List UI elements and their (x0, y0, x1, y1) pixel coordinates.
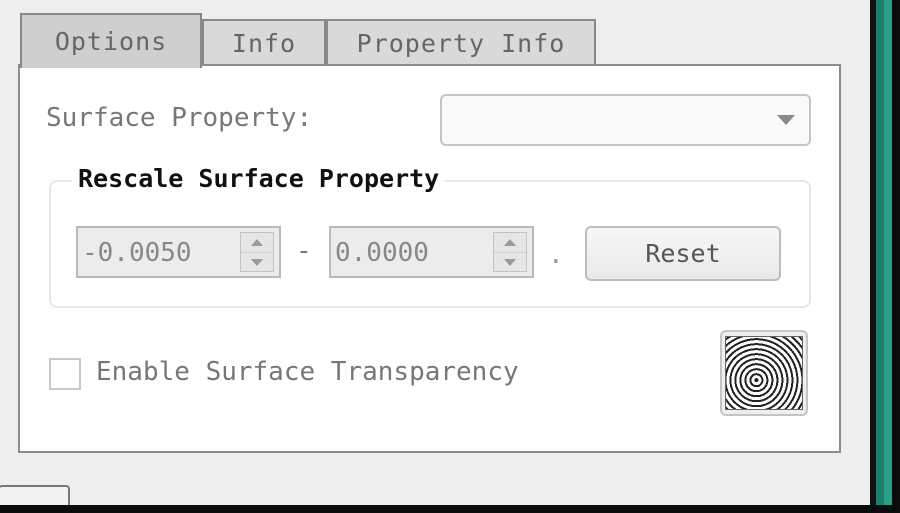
transparency-checkbox[interactable] (49, 358, 81, 390)
spin-up-button[interactable] (241, 233, 273, 253)
rescale-max-stepper[interactable] (493, 232, 527, 272)
arrow-down-icon (504, 259, 516, 266)
spin-down-button[interactable] (494, 253, 526, 272)
rescale-max-spinbox[interactable]: 0.0000 (329, 226, 534, 278)
texture-button[interactable] (720, 330, 808, 416)
rescale-min-spinbox[interactable]: -0.0050 (76, 226, 281, 278)
transparency-label[interactable]: Enable Surface Transparency (96, 357, 519, 387)
tab-options[interactable]: Options (20, 13, 202, 68)
window-edge (870, 0, 900, 513)
surface-property-label: Surface Property: (46, 103, 313, 133)
trailing-dot: . (548, 240, 564, 270)
chevron-down-icon (777, 115, 795, 125)
range-separator: - (296, 236, 312, 266)
texture-swatch-icon (725, 336, 803, 410)
rescale-min-value[interactable]: -0.0050 (82, 238, 192, 268)
arrow-up-icon (504, 239, 516, 246)
tab-info[interactable]: Info (202, 19, 326, 66)
bottom-border (0, 505, 900, 513)
arrow-up-icon (251, 239, 263, 246)
spin-up-button[interactable] (494, 233, 526, 253)
bottom-tab-stub[interactable] (0, 485, 70, 505)
rescale-min-stepper[interactable] (240, 232, 274, 272)
arrow-down-icon (251, 259, 263, 266)
surface-property-dropdown[interactable] (440, 94, 811, 146)
spin-down-button[interactable] (241, 253, 273, 272)
rescale-group-title: Rescale Surface Property (72, 164, 446, 193)
reset-button[interactable]: Reset (585, 226, 781, 281)
rescale-max-value[interactable]: 0.0000 (335, 238, 429, 268)
tab-property-info[interactable]: Property Info (326, 19, 596, 66)
